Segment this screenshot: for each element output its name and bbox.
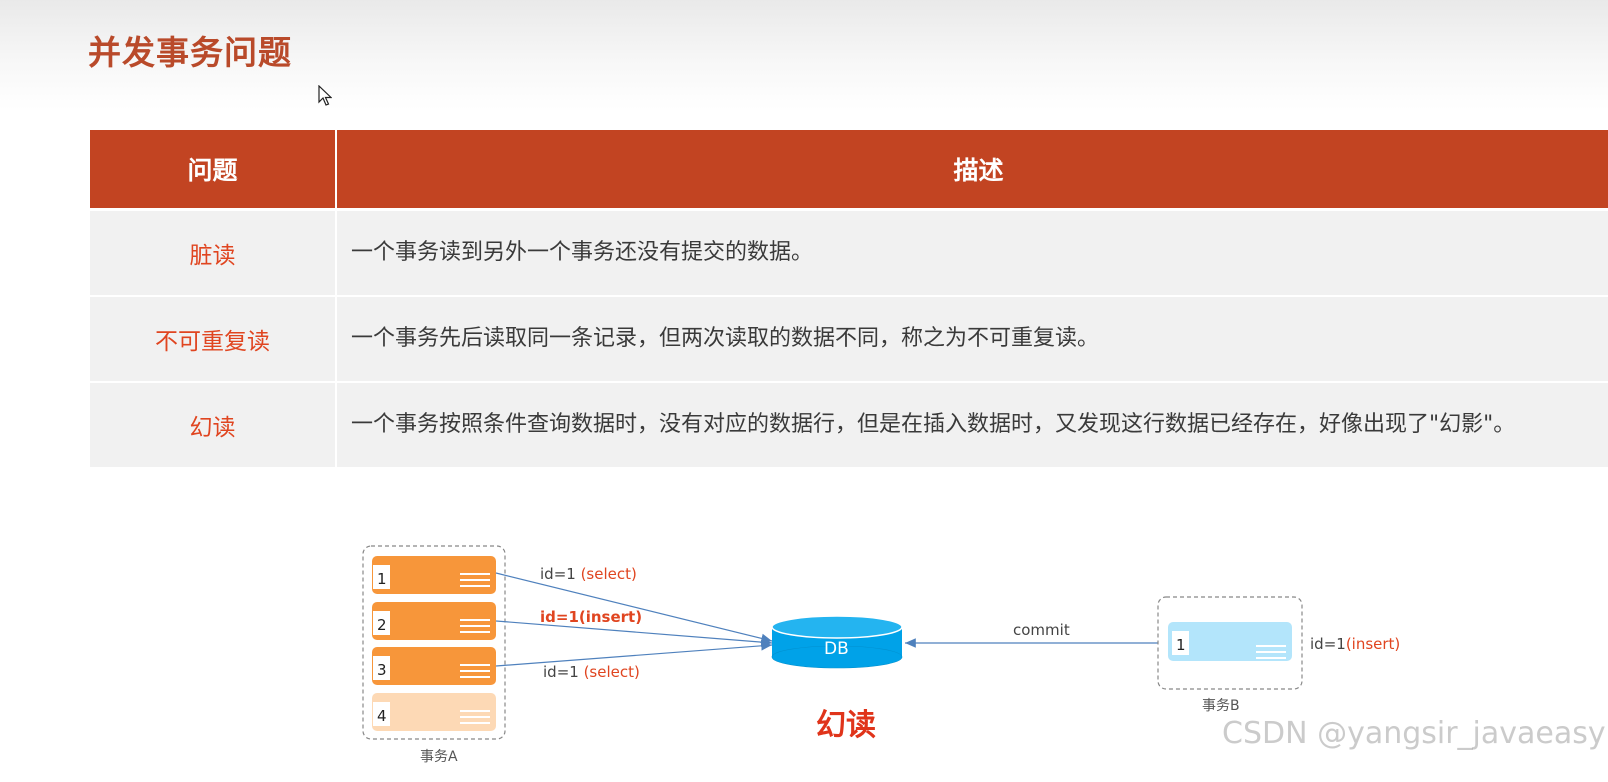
diagram-caption: 幻读 [816, 708, 876, 743]
commit-label: commit [1013, 621, 1070, 639]
edge-label: id=1 (select) [543, 663, 640, 681]
step-number: 1 [1176, 636, 1186, 654]
edge-label: id=1 (select) [540, 565, 637, 583]
edge-label: id=1(insert) [540, 608, 642, 626]
transaction-a-step: 1 [372, 556, 496, 594]
transaction-a-step: 2 [372, 602, 496, 640]
step-number: 2 [377, 616, 387, 634]
watermark: CSDN @yangsir_javaeasy [1222, 716, 1606, 751]
transaction-b-side-label: id=1(insert) [1310, 635, 1400, 653]
transaction-a-label: 事务A [420, 749, 458, 765]
step-number: 4 [377, 707, 387, 725]
transaction-a-step: 4 [372, 693, 496, 731]
db-label: DB [824, 639, 849, 659]
step-number: 1 [377, 570, 387, 588]
transaction-a-step: 3 [372, 647, 496, 685]
edge-select-1 [495, 572, 773, 644]
transaction-b-step: 1 [1168, 622, 1292, 661]
transaction-b-label: 事务B [1202, 698, 1240, 714]
phantom-read-diagram: 1 2 3 4 事务A id=1 (select) id=1(insert) i… [362, 545, 1400, 765]
step-number: 3 [377, 661, 387, 679]
